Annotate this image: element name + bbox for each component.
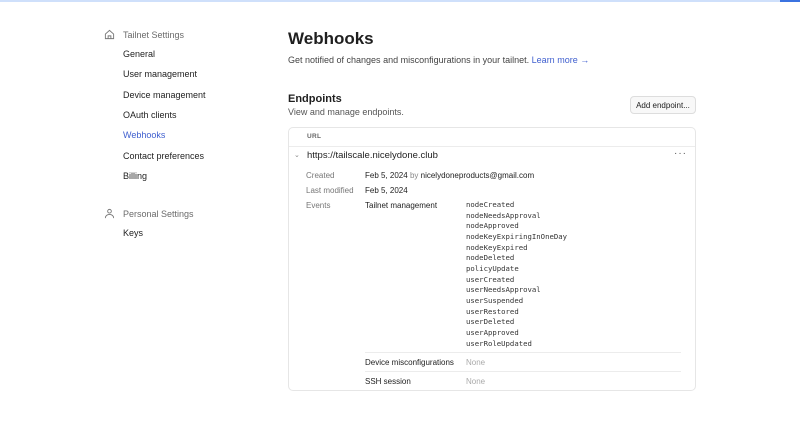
event-item: userNeedsApproval: [466, 285, 541, 295]
events-label: Events: [306, 201, 331, 210]
divider: [365, 371, 681, 372]
add-endpoint-button[interactable]: Add endpoint...: [630, 96, 696, 114]
tailnet-settings-heading: Tailnet Settings: [104, 29, 184, 40]
event-item: nodeKeyExpired: [466, 242, 528, 252]
created-value: Feb 5, 2024 by nicelydoneproducts@gmail.…: [365, 171, 534, 180]
sidebar-item-keys[interactable]: Keys: [123, 228, 143, 238]
event-group-device-misconfigurations: Device misconfigurations: [365, 358, 454, 367]
event-item: policyUpdate: [466, 263, 519, 273]
event-item: nodeCreated: [466, 200, 515, 209]
sidebar-item-contact-preferences[interactable]: Contact preferences: [123, 151, 204, 161]
sidebar-item-general[interactable]: General: [123, 49, 155, 59]
event-item: nodeDeleted: [466, 253, 515, 263]
event-item: userApproved: [466, 327, 519, 337]
event-item: userDeleted: [466, 317, 515, 327]
column-header-url: URL: [289, 128, 695, 147]
by-label: by: [409, 171, 419, 180]
created-by: nicelydoneproducts@gmail.com: [420, 171, 535, 180]
last-modified-label: Last modified: [306, 186, 354, 195]
heading-label: Personal Settings: [123, 208, 194, 219]
event-group-tailnet-management: Tailnet management: [365, 201, 438, 210]
event-item: userCreated: [466, 274, 515, 284]
sidebar-item-oauth-clients[interactable]: OAuth clients: [123, 110, 177, 120]
endpoints-heading: Endpoints: [288, 93, 342, 105]
heading-label: Tailnet Settings: [123, 29, 185, 40]
subtitle-text: Get notified of changes and misconfigura…: [288, 55, 530, 65]
more-options-icon[interactable]: ···: [674, 148, 687, 159]
event-list: nodeCreated nodeNeedsApproval nodeApproved…: [466, 200, 567, 349]
sidebar-item-device-management[interactable]: Device management: [123, 90, 206, 100]
endpoint-url[interactable]: https://tailscale.nicelydone.club: [307, 150, 438, 161]
page-subtitle: Get notified of changes and misconfigura…: [288, 55, 589, 65]
user-icon: [104, 208, 115, 219]
page-load-progress: [0, 0, 800, 2]
created-label: Created: [306, 171, 335, 180]
event-item: nodeNeedsApproval: [466, 210, 541, 220]
divider: [365, 352, 681, 353]
event-item: userRestored: [466, 306, 519, 316]
event-item: nodeKeyExpiringInOneDay: [466, 231, 568, 241]
event-item: userRoleUpdated: [466, 338, 532, 348]
sidebar-item-billing[interactable]: Billing: [123, 171, 147, 181]
learn-more-link[interactable]: Learn more →: [532, 55, 590, 65]
created-date: Feb 5, 2024: [365, 171, 408, 180]
last-modified-value: Feb 5, 2024: [365, 186, 408, 195]
ssh-session-value: None: [466, 377, 486, 386]
page-title: Webhooks: [288, 29, 374, 48]
event-item: nodeApproved: [466, 221, 519, 231]
event-group-ssh-session: SSH session: [365, 377, 411, 386]
device-misconfigurations-value: None: [466, 358, 486, 367]
endpoints-table: URL ⌄ https://tailscale.nicelydone.club …: [288, 127, 696, 391]
sidebar-item-webhooks[interactable]: Webhooks: [123, 130, 165, 140]
event-item: userSuspended: [466, 295, 524, 305]
personal-settings-heading: Personal Settings: [104, 208, 194, 219]
chevron-down-icon[interactable]: ⌄: [294, 151, 300, 159]
home-icon: [104, 29, 115, 40]
sidebar-item-user-management[interactable]: User management: [123, 69, 197, 79]
endpoints-subheading: View and manage endpoints.: [288, 107, 404, 117]
